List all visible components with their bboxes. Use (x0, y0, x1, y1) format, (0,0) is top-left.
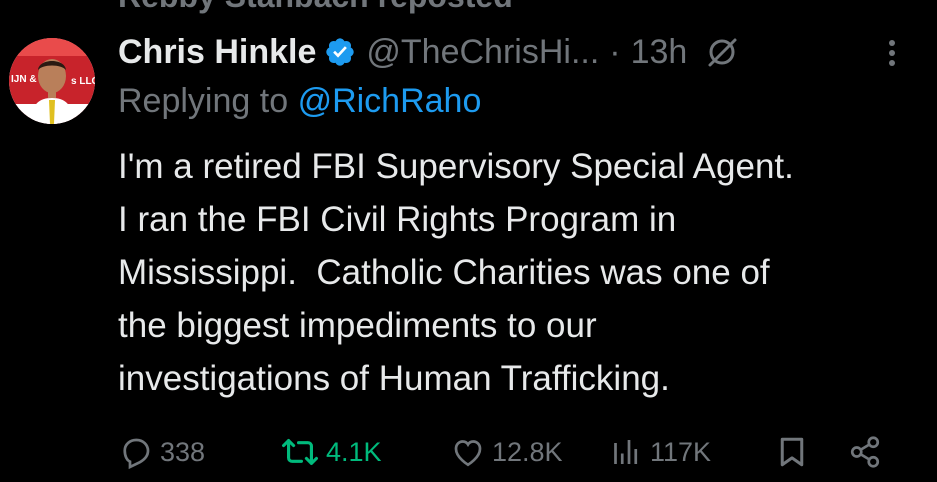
views-button[interactable]: 117K (608, 428, 711, 476)
grok-icon[interactable] (705, 35, 739, 69)
reply-icon (123, 438, 150, 470)
tweet-text-line: the biggest impediments to our (118, 306, 597, 345)
tweet-text-line: I ran the FBI Civil Rights Program in (118, 200, 677, 239)
avatar-banner-right: s LLC (71, 76, 95, 87)
tweet[interactable]: Rebby Stanbach reposted IJN & s LLC Chri… (0, 0, 937, 482)
avatar-image: IJN & s LLC (9, 38, 95, 124)
repost-icon (282, 439, 318, 465)
repost-button[interactable]: 4.1K (280, 428, 382, 476)
social-context: Rebby Stanbach reposted (118, 0, 513, 15)
tweet-text-line: Mississippi. Catholic Charities was one … (118, 253, 770, 292)
avatar-banner-left: IJN & (11, 74, 37, 85)
share-button[interactable] (846, 428, 890, 476)
replying-to: Replying to @RichRaho (118, 82, 481, 121)
action-bar: 338 4.1K 12.8K 117K (118, 428, 898, 476)
reply-mention-link[interactable]: @RichRaho (298, 82, 482, 120)
tweet-text-line: I'm a retired FBI Supervisory Special Ag… (118, 147, 794, 186)
repost-count: 4.1K (326, 436, 382, 467)
avatar[interactable]: IJN & s LLC (9, 38, 95, 124)
tweet-text: I'm a retired FBI Supervisory Special Ag… (118, 140, 918, 405)
reply-count: 338 (160, 436, 206, 467)
timestamp[interactable]: 13h (631, 33, 688, 72)
more-icon[interactable] (875, 36, 909, 70)
bookmark-button[interactable] (774, 428, 816, 476)
like-button[interactable]: 12.8K (450, 428, 563, 476)
bookmark-icon (780, 437, 804, 467)
verified-badge-icon (326, 38, 355, 66)
tweet-text-line: investigations of Human Trafficking. (118, 359, 670, 398)
views-count: 117K (650, 436, 712, 467)
handle[interactable]: @TheChrisHi... (366, 33, 599, 72)
views-icon (614, 440, 638, 464)
like-count: 12.8K (492, 436, 563, 467)
tweet-header: Chris Hinkle @TheChrisHi... · 13h (118, 28, 739, 76)
replying-prefix: Replying to (118, 82, 289, 120)
separator-dot: · (609, 32, 621, 71)
like-icon (454, 440, 482, 467)
share-icon (850, 436, 880, 468)
display-name[interactable]: Chris Hinkle (118, 33, 316, 72)
reply-button[interactable]: 338 (118, 428, 205, 476)
